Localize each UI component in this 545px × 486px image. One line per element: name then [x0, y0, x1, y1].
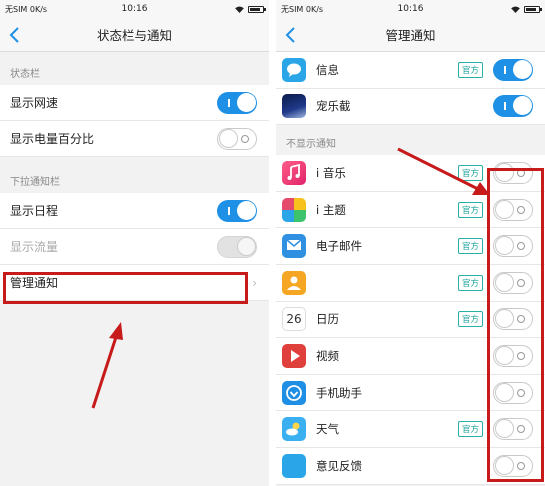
section-header-hidden: 不显示通知 — [286, 139, 336, 151]
setting-row-battery-percent[interactable]: 显示电量百分比 — [0, 121, 269, 157]
screenshot-pair: 无SIM 0K/s 10:16 状态栏与通知 状态栏 显示网速 显示电量百分比 … — [0, 0, 545, 486]
weather-icon — [282, 417, 306, 442]
setting-label: 显示网速 — [10, 96, 59, 110]
music-icon — [282, 160, 306, 185]
official-badge: 官方 — [457, 164, 483, 181]
section-header-dropdown: 下拉通知栏 — [10, 177, 60, 188]
setting-row-schedule[interactable]: 显示日程 — [0, 193, 269, 229]
back-arrow-icon[interactable] — [284, 26, 298, 44]
setting-label: 显示日程 — [10, 204, 59, 218]
app-name: i 音乐 — [316, 165, 346, 180]
battery-percent-toggle[interactable] — [217, 127, 257, 150]
app-name: 日历 — [316, 312, 339, 327]
calendar-day-text: 26 — [286, 312, 302, 327]
gallery-toggle[interactable] — [493, 95, 533, 118]
official-badge: 官方 — [457, 238, 483, 255]
wifi-icon — [511, 5, 520, 13]
app-row-assistant[interactable]: 手机助手 — [276, 374, 545, 412]
theme-toggle[interactable] — [493, 198, 533, 221]
nav-bar: 管理通知 — [276, 18, 545, 52]
feedback-toggle[interactable] — [493, 454, 533, 477]
status-bar: 无SIM 0K/s 10:16 — [276, 0, 545, 18]
data-usage-toggle — [217, 235, 257, 258]
app-name: 天气 — [316, 422, 339, 437]
video-toggle[interactable] — [493, 344, 533, 367]
status-notification-screen: 无SIM 0K/s 10:16 状态栏与通知 状态栏 显示网速 显示电量百分比 … — [0, 0, 269, 486]
feedback-icon — [282, 453, 306, 478]
weather-toggle[interactable] — [493, 418, 533, 441]
wifi-icon — [235, 5, 244, 13]
section-header-statusbar: 状态栏 — [10, 69, 40, 80]
contacts-icon — [282, 270, 306, 295]
app-row-theme[interactable]: i 主题 官方 — [276, 191, 545, 229]
app-name: 电子邮件 — [316, 239, 362, 254]
theme-icon — [282, 197, 306, 222]
battery-icon — [248, 5, 266, 13]
music-toggle[interactable] — [493, 161, 533, 184]
app-name: 手机助手 — [316, 385, 362, 400]
app-row-calendar[interactable]: 26 日历 官方 — [276, 301, 545, 339]
back-arrow-icon[interactable] — [8, 26, 22, 44]
app-name: i 主题 — [316, 202, 346, 217]
network-speed-toggle[interactable] — [217, 91, 257, 114]
video-icon — [282, 343, 306, 368]
app-row-video[interactable]: 视频 — [276, 338, 545, 375]
messages-toggle[interactable] — [493, 58, 533, 81]
official-badge: 官方 — [457, 61, 483, 78]
email-icon — [282, 234, 306, 259]
annotation-arrow — [91, 322, 123, 409]
official-badge: 官方 — [457, 311, 483, 328]
page-title: 状态栏与通知 — [96, 28, 172, 43]
setting-label: 显示电量百分比 — [10, 132, 95, 146]
app-row-contacts[interactable]: 官方 — [276, 264, 545, 302]
page-title: 管理通知 — [385, 28, 436, 43]
clock: 10:16 — [121, 4, 148, 14]
manage-notifications-screen: 无SIM 0K/s 10:16 管理通知 信息 官方 宠乐截 不显示通知 i 音… — [276, 0, 545, 486]
app-name: 宠乐截 — [316, 99, 351, 114]
app-name: 视频 — [316, 348, 339, 363]
contacts-toggle[interactable] — [493, 271, 533, 294]
chevron-right-icon: › — [252, 275, 257, 290]
status-bar: 无SIM 0K/s 10:16 — [0, 0, 269, 18]
calendar-icon: 26 — [282, 307, 306, 332]
app-row-music[interactable]: i 音乐 官方 — [276, 155, 545, 192]
setting-row-data-usage: 显示流量 — [0, 229, 269, 265]
battery-icon — [524, 5, 542, 13]
photo-icon — [282, 94, 306, 119]
app-row-messages[interactable]: 信息 官方 — [276, 52, 545, 89]
app-name: 意见反馈 — [316, 458, 362, 473]
official-badge: 官方 — [457, 201, 483, 218]
calendar-toggle[interactable] — [493, 308, 533, 331]
app-row-gallery[interactable]: 宠乐截 — [276, 88, 545, 126]
message-icon — [282, 57, 306, 82]
setting-label: 显示流量 — [10, 240, 59, 254]
assistant-toggle[interactable] — [493, 381, 533, 404]
nav-bar: 状态栏与通知 — [0, 18, 269, 52]
clock: 10:16 — [397, 4, 424, 14]
assistant-icon — [282, 380, 306, 405]
app-row-weather[interactable]: 天气 官方 — [276, 411, 545, 448]
setting-row-network-speed[interactable]: 显示网速 — [0, 85, 269, 121]
email-toggle[interactable] — [493, 235, 533, 258]
schedule-toggle[interactable] — [217, 199, 257, 222]
app-name: 信息 — [316, 62, 339, 77]
app-row-feedback[interactable]: 意见反馈 — [276, 447, 545, 485]
official-badge: 官方 — [457, 421, 483, 438]
setting-label: 管理通知 — [10, 276, 59, 290]
manage-notifications-row[interactable]: 管理通知 › — [0, 265, 269, 301]
official-badge: 官方 — [457, 274, 483, 291]
app-row-email[interactable]: 电子邮件 官方 — [276, 228, 545, 265]
